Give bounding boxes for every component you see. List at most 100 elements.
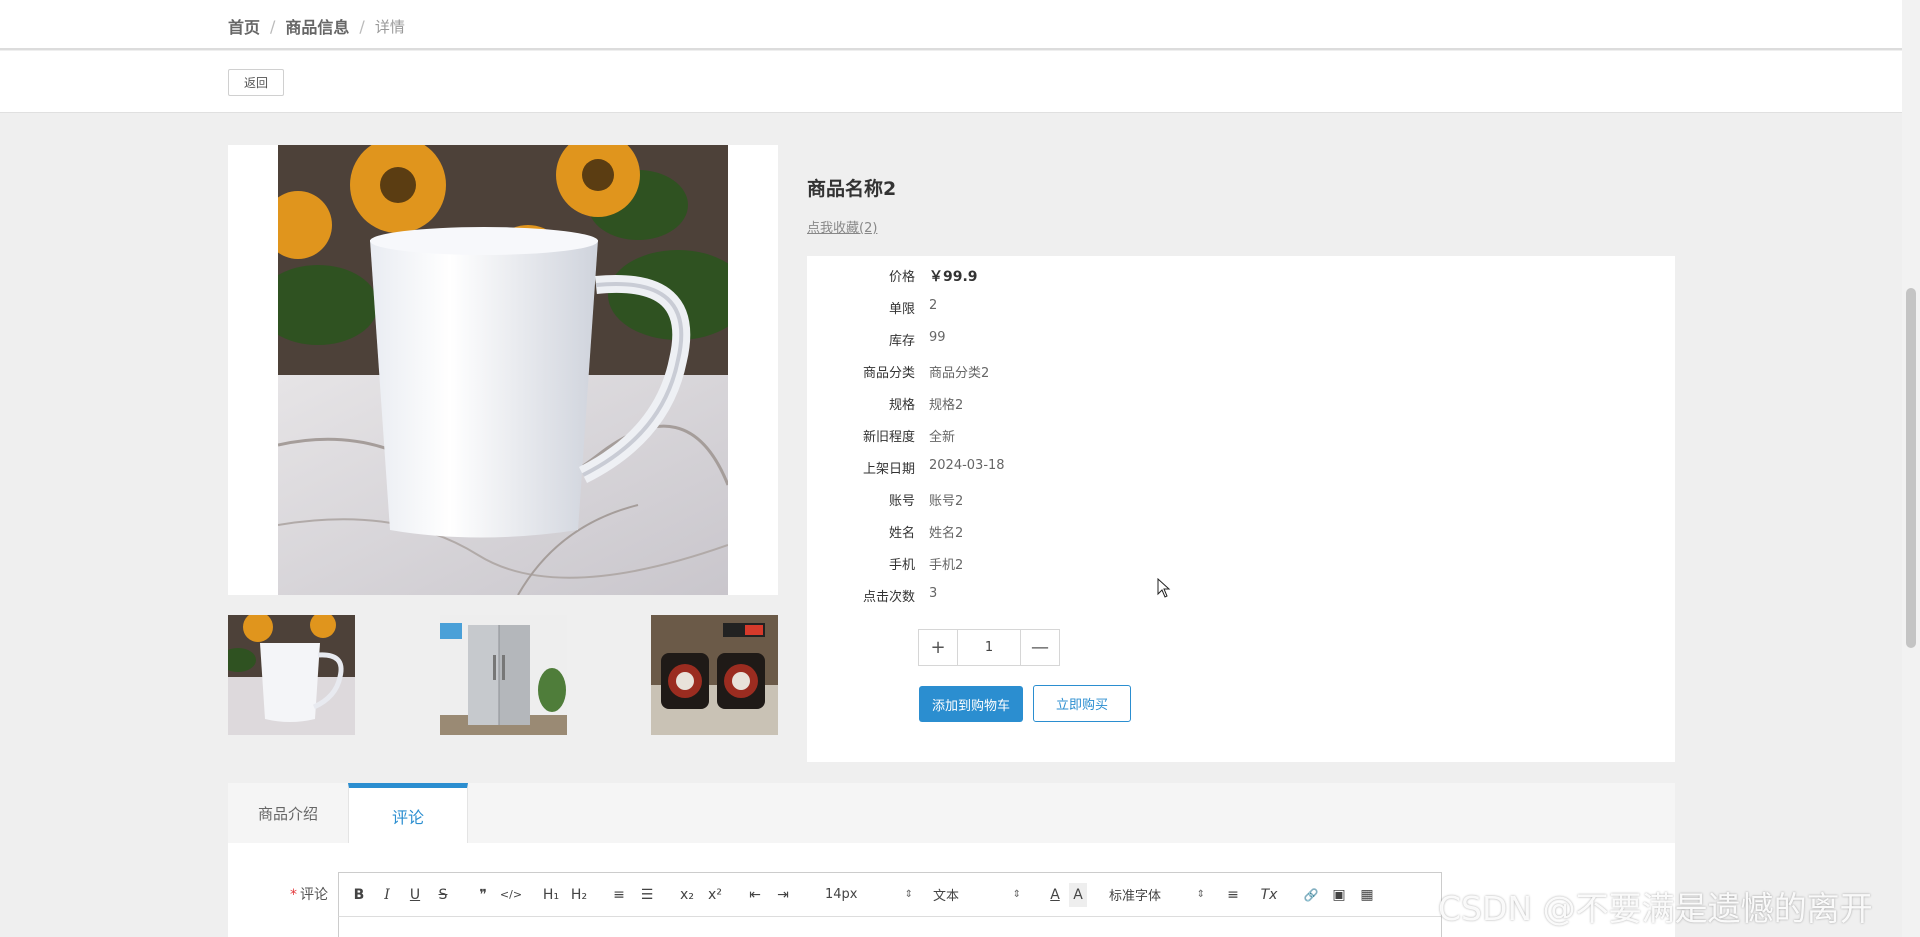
- info-row-limit: 单限 2: [807, 298, 1675, 330]
- clicks-value: 3: [929, 586, 938, 601]
- breadcrumb-separator: /: [359, 16, 365, 36]
- speakers-thumbnail-image: [651, 615, 778, 735]
- condition-value: 全新: [929, 430, 956, 445]
- outdent-icon[interactable]: ⇤: [741, 883, 769, 907]
- info-row-spec: 规格 规格2: [807, 394, 1675, 426]
- quantity-stepper: + 1 —: [918, 629, 1060, 666]
- buy-now-button[interactable]: 立即购买: [1033, 685, 1131, 722]
- top-bar: 首页 / 商品信息 / 详情: [0, 0, 1902, 50]
- select-arrow-icon: ⇕: [1012, 889, 1021, 900]
- mouse-cursor-icon: [1157, 578, 1171, 598]
- main-product-image: [228, 145, 778, 595]
- comment-field-label: * 评论: [290, 884, 328, 904]
- text-type-value: 文本: [933, 889, 960, 904]
- bullet-list-icon[interactable]: ☰: [633, 883, 661, 907]
- blockquote-icon[interactable]: ❞: [469, 883, 497, 907]
- info-row-condition: 新旧程度 全新: [807, 426, 1675, 458]
- info-row-clicks: 点击次数 3: [807, 586, 1675, 618]
- breadcrumb-home[interactable]: 首页: [228, 14, 260, 38]
- image-icon[interactable]: ▣: [1325, 883, 1353, 907]
- phone-label: 手机: [888, 558, 915, 573]
- info-row-account: 账号 账号2: [807, 490, 1675, 522]
- breadcrumb: 首页 / 商品信息 / 详情: [228, 14, 405, 38]
- quantity-decrease-button[interactable]: —: [1021, 630, 1059, 665]
- font-family-select[interactable]: 标准字体 ⇕: [1109, 885, 1205, 904]
- font-color-icon[interactable]: A: [1041, 883, 1069, 907]
- clicks-label: 点击次数: [862, 590, 915, 605]
- fridge-thumbnail-image: [440, 615, 567, 735]
- indent-icon[interactable]: ⇥: [769, 883, 797, 907]
- limit-label: 单限: [888, 302, 915, 317]
- breadcrumb-current: 详情: [374, 17, 405, 36]
- text-type-select[interactable]: 文本 ⇕: [933, 885, 1021, 904]
- listed-date-value: 2024-03-18: [929, 458, 1005, 473]
- heading-1-icon[interactable]: H₁: [537, 883, 565, 907]
- limit-value: 2: [929, 298, 938, 313]
- spec-label: 规格: [888, 398, 915, 413]
- underline-icon[interactable]: U: [401, 883, 429, 907]
- font-size-value: 14px: [825, 887, 858, 902]
- select-arrow-icon: ⇕: [1196, 889, 1205, 900]
- favorite-link[interactable]: 点我收藏(2): [807, 217, 877, 236]
- listed-date-label: 上架日期: [862, 462, 915, 477]
- phone-value: 手机2: [929, 558, 964, 573]
- info-row-phone: 手机 手机2: [807, 554, 1675, 586]
- spec-value: 规格2: [929, 398, 964, 413]
- italic-icon[interactable]: I: [373, 883, 401, 907]
- tab-product-intro[interactable]: 商品介绍: [228, 783, 348, 843]
- sub-bar: 返回: [0, 51, 1902, 113]
- font-family-value: 标准字体: [1109, 889, 1162, 904]
- cup-thumbnail-image: [228, 615, 355, 735]
- clear-format-icon[interactable]: Tx: [1255, 883, 1283, 907]
- name-value: 姓名2: [929, 526, 964, 541]
- subscript-icon[interactable]: x₂: [673, 883, 701, 907]
- select-arrow-icon: ⇕: [904, 889, 913, 900]
- code-block-icon[interactable]: </>: [497, 883, 525, 907]
- quantity-input[interactable]: 1: [957, 630, 1021, 665]
- account-label: 账号: [888, 494, 915, 509]
- thumbnail-cup[interactable]: [228, 615, 355, 735]
- back-button[interactable]: 返回: [228, 69, 284, 96]
- background-color-icon[interactable]: A: [1069, 882, 1087, 907]
- stock-label: 库存: [888, 334, 915, 349]
- heading-2-icon[interactable]: H₂: [565, 883, 593, 907]
- breadcrumb-section[interactable]: 商品信息: [285, 14, 349, 38]
- info-row-price: 价格 ￥99.9: [807, 266, 1675, 298]
- watermark: CSDN @不要满是遗憾的离开: [1438, 889, 1873, 928]
- category-value: 商品分类2: [929, 366, 990, 381]
- comment-editor-body[interactable]: [338, 917, 1442, 937]
- stock-value: 99: [929, 330, 946, 345]
- account-value: 账号2: [929, 494, 964, 509]
- breadcrumb-separator: /: [270, 16, 276, 36]
- product-detail-panel: 价格 ￥99.9 单限 2 库存 99 商品分类 商品分类2 规格 规格2 新旧…: [807, 256, 1675, 762]
- category-label: 商品分类: [862, 366, 915, 381]
- superscript-icon[interactable]: x²: [701, 883, 729, 907]
- font-size-select[interactable]: 14px ⇕: [825, 887, 913, 902]
- bold-icon[interactable]: B: [345, 883, 373, 907]
- tab-comments[interactable]: 评论: [348, 783, 468, 843]
- price-value: ￥99.9: [929, 269, 978, 285]
- strikethrough-icon[interactable]: S: [429, 883, 457, 907]
- video-icon[interactable]: ▦: [1353, 883, 1381, 907]
- rich-text-toolbar: B I U S ❞ </> H₁ H₂ ≡ ☰ x₂ x² ⇤ ⇥ 14px ⇕ …: [338, 872, 1442, 917]
- ordered-list-icon[interactable]: ≡: [605, 883, 633, 907]
- product-tabs: 商品介绍 评论: [228, 783, 1675, 843]
- name-label: 姓名: [888, 526, 915, 541]
- info-row-listed-date: 上架日期 2024-03-18: [807, 458, 1675, 490]
- price-label: 价格: [888, 270, 915, 285]
- required-mark: *: [290, 887, 297, 903]
- quantity-increase-button[interactable]: +: [919, 630, 957, 665]
- add-to-cart-button[interactable]: 添加到购物车: [919, 686, 1023, 722]
- cup-photo: [278, 145, 728, 595]
- comment-label-text: 评论: [300, 887, 328, 903]
- info-row-name: 姓名 姓名2: [807, 522, 1675, 554]
- info-row-stock: 库存 99: [807, 330, 1675, 362]
- thumbnail-speakers[interactable]: [651, 615, 778, 735]
- scrollbar-thumb[interactable]: [1906, 288, 1916, 648]
- product-title: 商品名称2: [807, 178, 897, 200]
- thumbnail-fridge[interactable]: [440, 615, 567, 735]
- condition-label: 新旧程度: [862, 430, 915, 445]
- info-row-category: 商品分类 商品分类2: [807, 362, 1675, 394]
- link-icon[interactable]: 🔗: [1297, 883, 1325, 907]
- align-icon[interactable]: ≡: [1219, 883, 1247, 907]
